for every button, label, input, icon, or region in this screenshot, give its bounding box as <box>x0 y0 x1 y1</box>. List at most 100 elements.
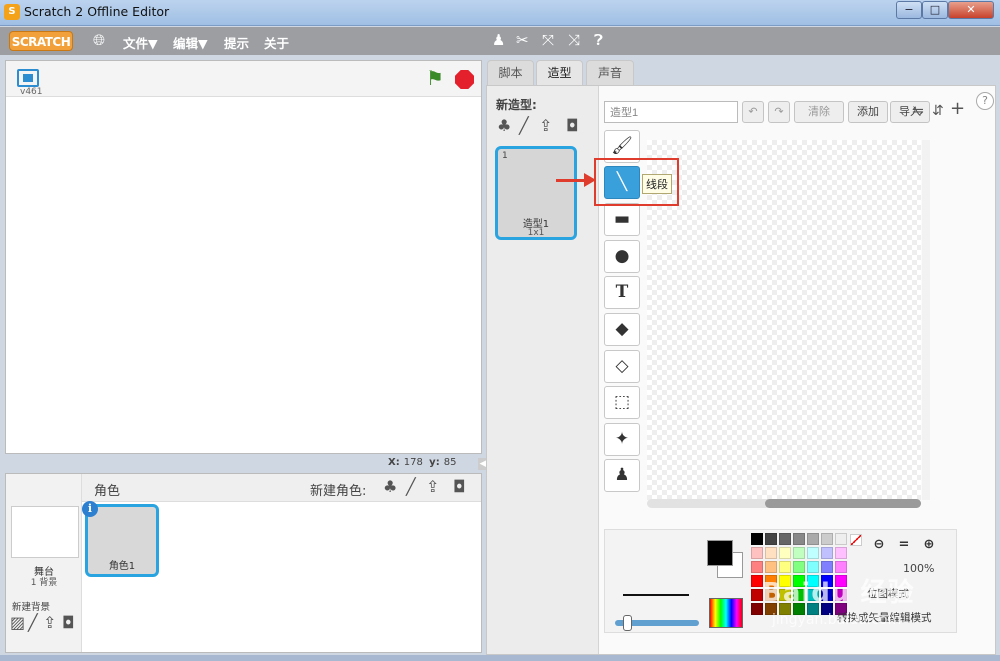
color-spectrum-picker[interactable] <box>709 598 743 628</box>
palette-swatch[interactable] <box>835 547 847 559</box>
text-tool[interactable]: T <box>604 276 640 309</box>
sprite-thumbnail[interactable]: i 角色1 <box>82 501 159 577</box>
fullscreen-icon[interactable] <box>17 69 39 87</box>
magic-wand-icon: ✦ <box>614 429 630 449</box>
clear-button[interactable]: 清除 <box>794 101 844 123</box>
stage[interactable]: v461 ⚑ <box>5 60 482 454</box>
eraser-tool[interactable]: ◇ <box>604 350 640 383</box>
zoom-reset-icon[interactable]: = <box>894 536 914 554</box>
costume-name-input[interactable] <box>604 101 738 123</box>
costume-size: 1x1 <box>527 228 545 238</box>
stage-thumbnail[interactable] <box>11 506 79 558</box>
menu-tips[interactable]: 提示 <box>224 33 249 52</box>
line-width-slider[interactable] <box>615 615 699 631</box>
stamp-icon: ♟ <box>614 465 630 485</box>
maximize-button[interactable]: □ <box>922 1 948 19</box>
upload-costume-icon[interactable]: ⇪ <box>539 117 552 135</box>
set-center-icon[interactable]: + <box>950 100 965 118</box>
palette-swatch[interactable] <box>765 533 777 545</box>
y-value: 85 <box>443 457 457 468</box>
upload-sprite-icon[interactable]: ⇪ <box>426 478 439 496</box>
new-costume-label: 新造型: <box>496 98 537 112</box>
sprite-pane: 舞台 1 背景 新建背景 ▨ ╱ ⇪ ◘ 角色 新建角色: ♣ ╱ ⇪ ◘ i … <box>5 473 482 653</box>
tab-sounds[interactable]: 声音 <box>586 60 634 86</box>
rectangle-tool[interactable]: ▬ <box>604 203 640 236</box>
stage-column: 舞台 1 背景 新建背景 ▨ ╱ ⇪ ◘ <box>6 474 82 652</box>
camera-backdrop-icon[interactable]: ◘ <box>62 614 75 632</box>
sprite-name: 角色1 <box>108 561 136 572</box>
menu-edit[interactable]: 编辑▼ <box>173 33 208 52</box>
vertical-scrollbar[interactable] <box>922 140 930 500</box>
mouse-coordinates: X: 178 y: 85 <box>388 457 457 468</box>
paint-costume-icon[interactable]: ╱ <box>519 117 529 135</box>
ellipse-tool[interactable]: ● <box>604 240 640 273</box>
delete-icon[interactable]: ✂ <box>516 32 529 48</box>
add-button[interactable]: 添加 <box>848 101 888 123</box>
paint-sprite-icon[interactable]: ╱ <box>406 478 416 496</box>
flip-horizontal-icon[interactable]: ⇋ <box>912 102 924 120</box>
shrink-icon[interactable]: ⤨ <box>568 32 580 48</box>
palette-swatch[interactable] <box>751 547 763 559</box>
tab-costumes[interactable]: 造型 <box>536 60 583 87</box>
redo-icon[interactable]: ↷ <box>768 101 790 123</box>
palette-swatch[interactable] <box>793 533 805 545</box>
backdrop-library-icon[interactable]: ▨ <box>10 614 25 632</box>
grow-icon[interactable]: ⤧ <box>542 32 554 48</box>
brush-icon: 🖌︎ <box>611 136 633 156</box>
costume-library-icon[interactable]: ♣ <box>497 117 511 135</box>
palette-swatch[interactable] <box>751 533 763 545</box>
horizontal-scrollbar[interactable] <box>647 499 921 508</box>
scratch-logo[interactable]: SCRATCH <box>9 31 73 51</box>
help-icon[interactable]: ❓︎ <box>594 32 603 48</box>
sprites-title: 角色 <box>94 484 121 499</box>
annotation-arrow <box>556 179 586 182</box>
paint-backdrop-icon[interactable]: ╱ <box>28 614 38 632</box>
stamp-tool[interactable]: ♟ <box>604 459 640 492</box>
select-tool[interactable]: ⬚ <box>604 386 640 419</box>
new-backdrop-label: 新建背景 <box>12 602 51 613</box>
ellipse-icon: ● <box>614 246 630 266</box>
zoom-out-icon[interactable]: ⊖ <box>869 536 889 554</box>
cat-icon: S <box>4 4 20 20</box>
green-flag-icon[interactable]: ⚑ <box>426 68 444 88</box>
fill-tool[interactable]: ◆ <box>604 313 640 346</box>
costume-thumbnail[interactable]: 1 造型1 1x1 <box>495 146 577 240</box>
palette-swatch[interactable] <box>779 547 791 559</box>
baidu-watermark-url: jingyan.baidu.com <box>772 612 902 628</box>
duplicate-icon[interactable]: ♟ <box>492 32 505 48</box>
palette-swatch[interactable] <box>807 533 819 545</box>
palette-swatch[interactable] <box>821 547 833 559</box>
sprite-library-icon[interactable]: ♣ <box>383 478 397 496</box>
close-button[interactable]: ✕ <box>948 1 994 19</box>
undo-icon[interactable]: ↶ <box>742 101 764 123</box>
minimize-button[interactable]: − <box>896 1 922 19</box>
zoom-in-icon[interactable]: ⊕ <box>919 536 939 554</box>
palette-swatch[interactable] <box>821 533 833 545</box>
magic-wand-tool[interactable]: ✦ <box>604 423 640 456</box>
flip-vertical-icon[interactable]: ⇵ <box>932 102 944 120</box>
upload-backdrop-icon[interactable]: ⇪ <box>43 614 56 632</box>
help-icon[interactable]: ? <box>976 92 994 110</box>
primary-color-swatch[interactable] <box>707 540 733 566</box>
globe-icon[interactable]: 🌐︎ <box>93 32 105 48</box>
camera-costume-icon[interactable]: ◘ <box>566 117 579 135</box>
palette-swatch[interactable] <box>807 547 819 559</box>
camera-sprite-icon[interactable]: ◘ <box>453 478 466 496</box>
palette-swatch[interactable] <box>793 547 805 559</box>
text-icon: T <box>615 282 629 302</box>
tab-scripts[interactable]: 脚本 <box>487 60 534 86</box>
costume-list: 新造型: ♣ ╱ ⇪ ◘ 1 造型1 1x1 <box>487 86 599 654</box>
paint-canvas[interactable] <box>647 140 921 500</box>
palette-swatch[interactable] <box>779 533 791 545</box>
version-label: v461 <box>20 87 43 97</box>
menu-file[interactable]: 文件▼ <box>123 33 158 52</box>
palette-swatch[interactable] <box>835 533 847 545</box>
slider-knob[interactable] <box>623 615 632 631</box>
info-icon[interactable]: i <box>82 501 98 517</box>
menu-about[interactable]: 关于 <box>264 33 289 52</box>
scrollbar-thumb[interactable] <box>765 499 921 508</box>
transparent-color-icon[interactable] <box>850 534 862 546</box>
stop-icon[interactable] <box>455 70 474 89</box>
import-button[interactable]: 导入 <box>890 101 930 123</box>
palette-swatch[interactable] <box>765 547 777 559</box>
